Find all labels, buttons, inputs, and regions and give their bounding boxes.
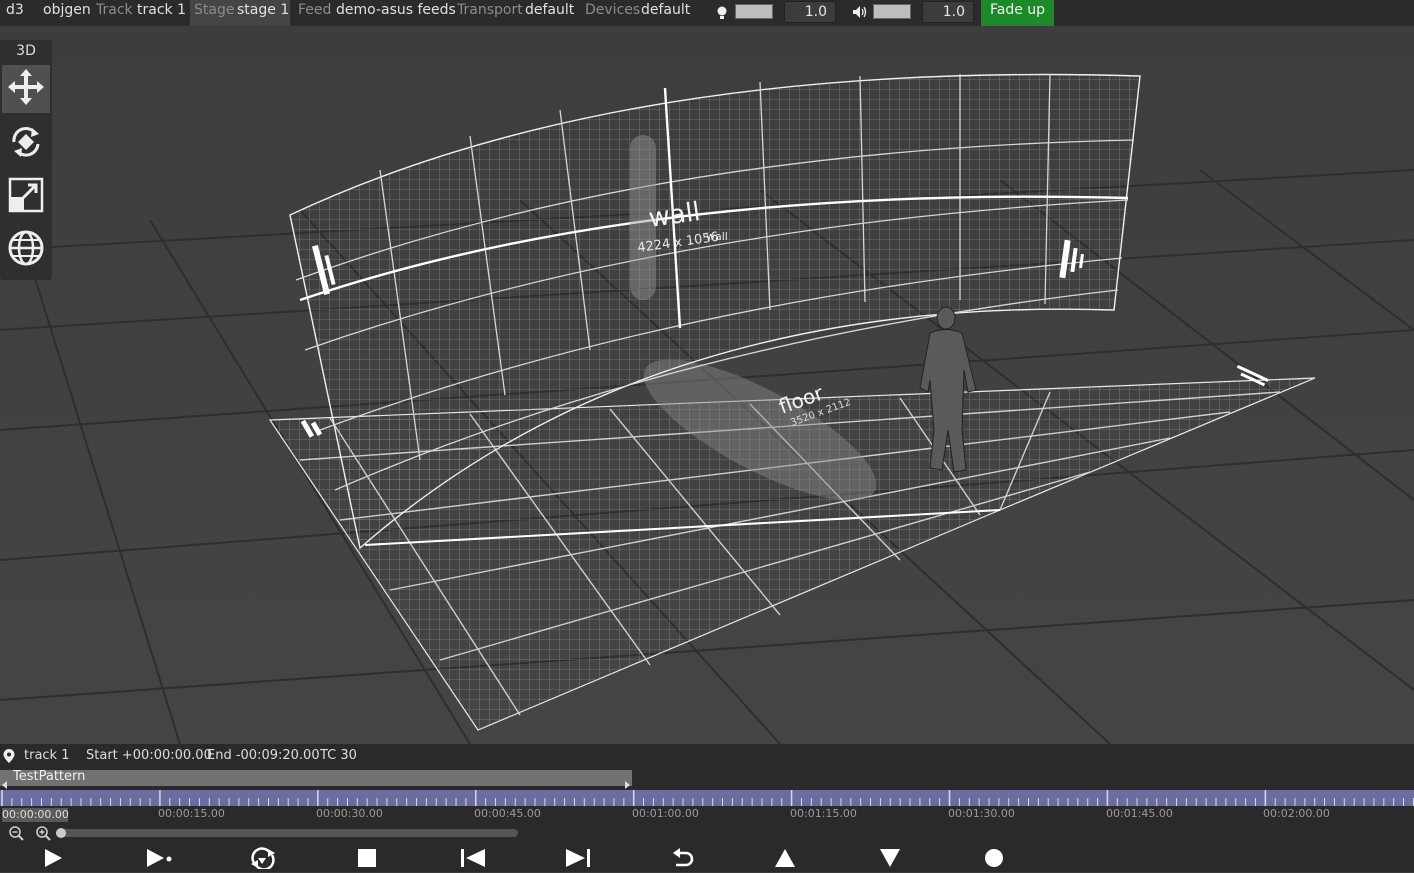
track-selector[interactable]: track 1 (137, 0, 186, 26)
timeline-start: Start +00:00:00.00 (86, 748, 212, 763)
feed-selector[interactable]: demo-asus feeds (336, 0, 456, 26)
down-icon (879, 848, 901, 872)
globe-tool-button[interactable] (2, 226, 50, 274)
track-label: Track (96, 2, 133, 18)
brightness-slider[interactable] (735, 4, 773, 19)
tick-label: 00:01:15.00 (790, 807, 857, 820)
3d-viewport[interactable]: wall 4224 x 1056 wall floor 3520 x 2112 (0, 26, 1414, 744)
volume-slider[interactable] (873, 4, 911, 19)
stage-selector[interactable]: stage 1 (237, 0, 289, 26)
volume-value[interactable]: 1.0 (922, 1, 974, 23)
devices-label: Devices (585, 2, 641, 18)
play-to-end-icon (144, 848, 174, 872)
clip-name: TestPattern (13, 769, 86, 784)
fade-up-button[interactable]: Fade up (981, 0, 1054, 26)
up-button[interactable] (770, 848, 800, 872)
up-icon (774, 848, 796, 872)
project-name[interactable]: objgen (43, 0, 91, 26)
return-button[interactable] (668, 848, 698, 872)
stage-label: Stage (194, 2, 235, 18)
app-name[interactable]: d3 (6, 0, 24, 26)
current-time[interactable]: 00:00:00.00 (2, 808, 69, 822)
timeline-tc: TC 30 (320, 748, 357, 763)
ruler-ticks (1, 790, 1414, 806)
rotate-icon (6, 122, 46, 166)
down-button[interactable] (875, 848, 905, 872)
previous-section-button[interactable] (458, 848, 488, 872)
timeline-track-name: track 1 (24, 748, 70, 763)
tick-label: 00:00:15.00 (158, 807, 225, 820)
play-button[interactable] (38, 848, 68, 872)
tick-label: 00:01:45.00 (1106, 807, 1173, 820)
transport-selector[interactable]: default (525, 0, 574, 26)
play-to-end-button[interactable] (144, 848, 174, 872)
brightness-value[interactable]: 1.0 (784, 1, 836, 23)
stage-scene: wall 4224 x 1056 wall floor 3520 x 2112 (0, 26, 1414, 744)
timeline-end: End -00:09:20.00 (207, 748, 320, 763)
rotate-tool-button[interactable] (2, 120, 50, 168)
record-button[interactable] (979, 848, 1009, 872)
next-section-icon (564, 848, 592, 872)
return-icon (671, 847, 695, 873)
globe-icon (6, 228, 46, 272)
timeline-ruler[interactable] (0, 790, 1414, 806)
scale-icon (6, 175, 46, 219)
move-icon (6, 67, 46, 111)
loop-icon (248, 847, 278, 873)
top-bar: d3 objgen Track track 1 Stage stage 1 Fe… (0, 0, 1414, 26)
tick-label: 00:00:45.00 (474, 807, 541, 820)
volume-icon (852, 4, 868, 18)
timeline-scrollbar[interactable] (56, 828, 518, 838)
tick-label: 00:00:30.00 (316, 807, 383, 820)
loop-button[interactable] (248, 847, 278, 873)
feed-label: Feed (298, 2, 332, 18)
scrollbar-handle[interactable] (56, 828, 66, 838)
clip-bar[interactable]: TestPattern (0, 769, 632, 789)
scale-tool-button[interactable] (2, 173, 50, 221)
previous-section-icon (459, 848, 487, 872)
zoom-in-icon[interactable] (35, 825, 51, 841)
location-pin-icon[interactable] (2, 748, 16, 764)
stop-button[interactable] (352, 848, 382, 872)
next-section-button[interactable] (563, 848, 593, 872)
tool-panel-label: 3D (16, 43, 36, 59)
wall-label-small: wall (706, 230, 728, 243)
devices-selector[interactable]: default (641, 0, 690, 26)
record-icon (984, 848, 1004, 872)
transport-label: Transport (457, 2, 523, 18)
tick-label: 00:02:00.00 (1263, 807, 1330, 820)
tick-label: 00:01:00.00 (632, 807, 699, 820)
play-icon (42, 848, 64, 872)
stop-icon (357, 848, 377, 872)
move-tool-button[interactable] (2, 65, 50, 113)
brightness-icon (716, 4, 728, 19)
zoom-out-icon[interactable] (8, 825, 24, 841)
tool-panel: 3D (0, 40, 52, 280)
tick-label: 00:01:30.00 (948, 807, 1015, 820)
